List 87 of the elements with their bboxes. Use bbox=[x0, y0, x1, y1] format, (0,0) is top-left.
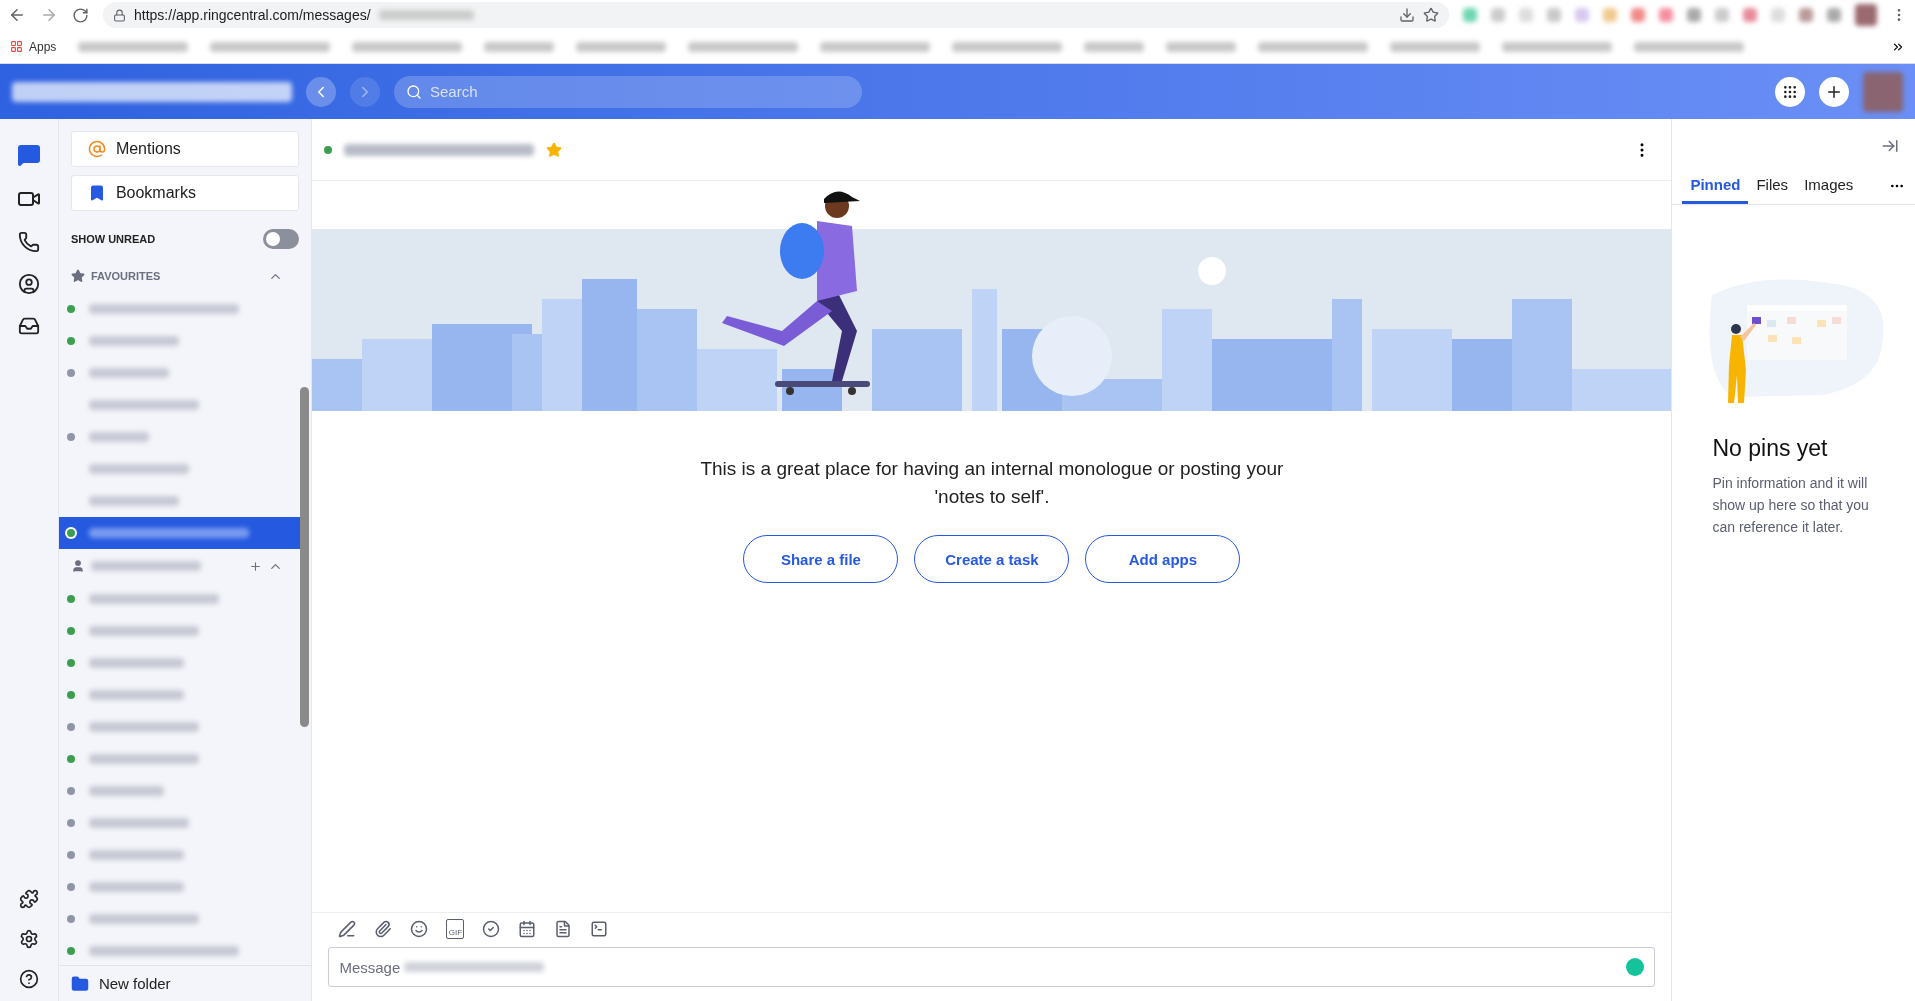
extension-icon[interactable] bbox=[1827, 8, 1841, 22]
task-icon[interactable] bbox=[482, 920, 501, 938]
extension-icon[interactable] bbox=[1519, 8, 1533, 22]
action-button[interactable]: Share a file bbox=[743, 535, 899, 583]
blurred-bookmark[interactable] bbox=[1084, 41, 1145, 52]
blurred-bookmark[interactable] bbox=[1634, 41, 1745, 52]
extension-icon[interactable] bbox=[1687, 8, 1701, 22]
blurred-bookmark[interactable] bbox=[1390, 41, 1481, 52]
empty-title: No pins yet bbox=[1712, 435, 1829, 462]
url-text: https://app.ringcentral.com/messages/ bbox=[134, 7, 371, 23]
puzzle-icon[interactable] bbox=[18, 889, 39, 909]
back-icon[interactable] bbox=[8, 6, 26, 24]
user-avatar[interactable] bbox=[1863, 71, 1903, 112]
apps-grid-icon[interactable] bbox=[10, 40, 23, 53]
address-bar[interactable]: https://app.ringcentral.com/messages/ bbox=[103, 2, 1449, 28]
section-title: FAVOURITES bbox=[90, 270, 162, 282]
blurred-bookmark[interactable] bbox=[952, 41, 1063, 52]
dialpad-icon bbox=[1782, 83, 1798, 100]
forward-icon[interactable] bbox=[40, 6, 58, 24]
extension-icon[interactable] bbox=[1575, 8, 1589, 22]
blurred-bookmark[interactable] bbox=[484, 41, 555, 52]
extension-icon[interactable] bbox=[1715, 8, 1729, 22]
scrollbar-thumb[interactable] bbox=[300, 387, 310, 727]
extension-icon[interactable] bbox=[1603, 8, 1617, 22]
panel-tab[interactable]: Images bbox=[1796, 176, 1862, 204]
extension-icon[interactable] bbox=[1463, 8, 1477, 22]
blurred-bookmark[interactable] bbox=[210, 41, 331, 52]
blurred-text bbox=[88, 432, 149, 442]
folder-plus-icon bbox=[70, 974, 89, 993]
messages-icon[interactable] bbox=[16, 143, 41, 167]
extension-icon[interactable] bbox=[1743, 8, 1757, 22]
extension-icon[interactable] bbox=[1491, 8, 1505, 22]
reload-icon[interactable] bbox=[72, 6, 89, 24]
person-icon bbox=[70, 559, 85, 573]
bookmarks-link[interactable]: Bookmarks bbox=[70, 175, 300, 211]
action-button[interactable]: Create a task bbox=[914, 535, 1070, 583]
contacts-icon[interactable] bbox=[17, 273, 40, 295]
blurred-bookmark[interactable] bbox=[1258, 41, 1369, 52]
collapse-icon[interactable] bbox=[1881, 137, 1899, 155]
dialpad-button[interactable] bbox=[1775, 76, 1805, 107]
profile-avatar[interactable] bbox=[1855, 4, 1877, 26]
code-icon[interactable] bbox=[590, 920, 609, 938]
star-icon bbox=[70, 269, 85, 283]
plus-icon[interactable] bbox=[249, 559, 263, 573]
calendar-icon[interactable] bbox=[518, 920, 537, 938]
toggle-label: SHOW UNREAD bbox=[70, 233, 156, 245]
extension-icon[interactable] bbox=[1631, 8, 1645, 22]
note-icon[interactable] bbox=[554, 920, 573, 938]
attach-icon[interactable] bbox=[374, 920, 393, 938]
blurred-bookmark[interactable] bbox=[688, 41, 799, 52]
inbox-icon[interactable] bbox=[17, 315, 40, 337]
add-button[interactable] bbox=[1819, 76, 1849, 107]
format-icon[interactable] bbox=[338, 920, 357, 938]
blurred-bookmark[interactable] bbox=[1502, 41, 1613, 52]
at-sign-icon bbox=[87, 140, 106, 158]
forward-button[interactable] bbox=[350, 76, 380, 107]
blurred-bookmark[interactable] bbox=[78, 41, 189, 52]
panel-tab[interactable]: Files bbox=[1748, 176, 1797, 204]
grammarly-icon[interactable] bbox=[1626, 958, 1645, 976]
help-icon[interactable] bbox=[18, 969, 39, 989]
phone-icon[interactable] bbox=[17, 231, 40, 253]
settings-icon[interactable] bbox=[18, 929, 39, 949]
extension-icon[interactable] bbox=[1659, 8, 1673, 22]
blurred-bookmark[interactable] bbox=[820, 41, 931, 52]
message-field[interactable]: Message bbox=[328, 947, 1656, 987]
blurred-bookmark[interactable] bbox=[576, 41, 667, 52]
blurred-bookmark[interactable] bbox=[1166, 41, 1237, 52]
apps-link[interactable]: Apps bbox=[29, 39, 57, 54]
mentions-link[interactable]: Mentions bbox=[70, 131, 300, 167]
panel-tab[interactable]: Pinned bbox=[1682, 176, 1749, 204]
empty-text: Pin information and it will show up here so that you can reference it later. bbox=[1712, 474, 1870, 537]
extension-icon[interactable] bbox=[1771, 8, 1785, 22]
extension-icon[interactable] bbox=[1799, 8, 1813, 22]
conversation-item[interactable] bbox=[58, 517, 303, 549]
download-icon[interactable] bbox=[1399, 7, 1415, 23]
intro-text: This is a great place for having an internal monologue or posting your 'notes to self'. bbox=[699, 457, 1285, 509]
back-button[interactable] bbox=[306, 76, 336, 107]
star-icon[interactable] bbox=[546, 141, 563, 158]
action-button[interactable]: Add apps bbox=[1085, 535, 1241, 583]
blurred-bookmark[interactable] bbox=[352, 41, 463, 52]
emoji-icon[interactable] bbox=[410, 920, 429, 938]
search-icon bbox=[406, 83, 422, 100]
bookmark-star-icon[interactable] bbox=[1423, 7, 1439, 23]
extension-icon[interactable] bbox=[1547, 8, 1561, 22]
gif-button[interactable]: GIF bbox=[446, 919, 465, 939]
show-unread-switch[interactable] bbox=[263, 229, 300, 249]
lock-icon bbox=[113, 8, 126, 22]
